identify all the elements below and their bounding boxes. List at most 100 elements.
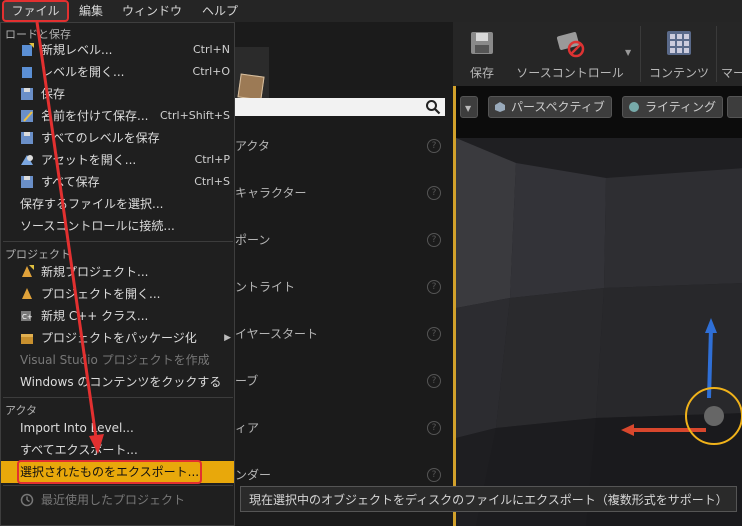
menu-item-open-project[interactable]: プロジェクトを開く... xyxy=(1,283,234,305)
menu-item-label: すべてのレベルを保存 xyxy=(41,131,160,145)
perspective-button[interactable]: パースペクティブ xyxy=(488,96,612,118)
menu-item-label: すべてエクスポート... xyxy=(20,443,138,457)
menu-bar: ファイル 編集 ウィンドウ ヘルプ xyxy=(0,0,742,23)
place-item[interactable]: キャラクター? xyxy=(235,182,453,204)
lighting-button[interactable]: ライティング xyxy=(622,96,724,118)
help-icon: ? xyxy=(427,280,441,294)
floppy-icon xyxy=(471,32,493,54)
menu-item-import-into-level[interactable]: Import Into Level... xyxy=(1,417,234,439)
content-button-label: コンテンツ xyxy=(648,66,709,80)
menu-edit[interactable]: 編集 xyxy=(79,0,103,22)
menu-item-choose-files-to-save[interactable]: 保存するファイルを選択... xyxy=(1,193,234,215)
place-item-label: ポーン xyxy=(235,233,271,247)
clock-icon xyxy=(20,493,34,507)
menu-item-export-all[interactable]: すべてエクスポート... xyxy=(1,439,234,461)
help-icon: ? xyxy=(427,468,441,482)
save-as-icon xyxy=(21,110,33,122)
marketplace-label: マー xyxy=(721,66,742,80)
save-all-icon xyxy=(21,176,33,188)
source-control-label: ソースコントロール xyxy=(516,66,624,80)
shortcut: Ctrl+S xyxy=(194,175,230,188)
menu-item-label: 新規 C++ クラス... xyxy=(41,309,149,323)
place-item[interactable]: ーブ? xyxy=(235,370,453,392)
menu-window[interactable]: ウィンドウ xyxy=(122,0,182,22)
menu-item-save-all-levels[interactable]: すべてのレベルを保存 xyxy=(1,127,234,149)
menu-item-label: すべて保存 xyxy=(41,175,100,189)
help-icon: ? xyxy=(427,374,441,388)
shortcut: Ctrl+O xyxy=(192,65,230,78)
lighting-label: ライティング xyxy=(645,100,717,114)
menu-item-label: プロジェクトをパッケージ化 xyxy=(41,331,197,345)
menu-item-new-level[interactable]: 新規レベル... Ctrl+N xyxy=(1,39,234,61)
new-project-icon xyxy=(22,265,34,277)
menu-item-package-project[interactable]: プロジェクトをパッケージ化 ▶ xyxy=(1,327,234,349)
menu-item-save[interactable]: 保存 xyxy=(1,83,234,105)
place-actors-panel: アクタ? キャラクター? ポーン? ントライト? イヤースタート? ーブ? ィア… xyxy=(235,22,453,526)
menu-item-open-level[interactable]: レベルを開く... Ctrl+O xyxy=(1,61,234,83)
place-item[interactable]: アクタ? xyxy=(235,135,453,157)
place-item[interactable]: ントライト? xyxy=(235,276,453,298)
menu-item-label: レベルを開く... xyxy=(41,65,125,79)
perspective-label: パースペクティブ xyxy=(511,100,605,114)
place-search-input[interactable] xyxy=(235,98,445,116)
search-icon[interactable] xyxy=(425,99,441,115)
place-item-label: ンダー xyxy=(235,468,272,482)
marketplace-button[interactable]: マー xyxy=(721,22,742,86)
shortcut: Ctrl+P xyxy=(194,153,230,166)
place-item-label: ィア xyxy=(235,421,260,435)
open-asset-icon xyxy=(21,155,33,165)
place-item-label: ントライト xyxy=(235,280,296,294)
cpp-class-icon: C+ xyxy=(21,311,33,321)
shortcut: Ctrl+N xyxy=(192,43,230,56)
place-item[interactable]: ンダー? xyxy=(235,464,453,486)
menu-item-label: Windows のコンテンツをクックする xyxy=(20,375,222,389)
source-control-icon xyxy=(556,32,585,58)
menu-item-cook-content[interactable]: Windows のコンテンツをクックする xyxy=(1,371,234,393)
menu-item-label: プロジェクトを開く... xyxy=(41,287,161,301)
menu-help[interactable]: ヘルプ xyxy=(202,0,238,22)
place-item[interactable]: ポーン? xyxy=(235,229,453,251)
save-button[interactable]: 保存 xyxy=(457,22,507,86)
level-viewport[interactable]: ▼ パースペクティブ ライティング xyxy=(453,86,742,526)
menu-item-connect-source-control[interactable]: ソースコントロールに接続... xyxy=(1,215,234,237)
level-toolbar: 保存 ソースコントロール ▼ コンテンツ マー xyxy=(453,22,742,87)
menu-item-label: 保存 xyxy=(41,87,66,101)
save-button-label: 保存 xyxy=(469,66,494,80)
menu-item-label: ソースコントロールに接続... xyxy=(20,219,175,233)
menu-item-save-all[interactable]: すべて保存 Ctrl+S xyxy=(1,171,234,193)
file-menu: ロードと保存 新規レベル... Ctrl+N レベルを開く... Ctrl+O … xyxy=(0,22,235,526)
menu-item-recent-projects[interactable]: 最近使用したプロジェクト xyxy=(1,489,234,511)
help-icon: ? xyxy=(427,421,441,435)
menu-item-label: アセットを開く... xyxy=(41,153,137,167)
show-button[interactable] xyxy=(727,96,742,118)
save-icon xyxy=(21,88,33,100)
submenu-arrow-icon: ▶ xyxy=(224,333,231,343)
source-control-button[interactable]: ソースコントロール xyxy=(511,22,629,86)
shortcut: Ctrl+Shift+S xyxy=(160,109,230,122)
section-project: プロジェクト xyxy=(5,248,71,261)
viewport-options-button[interactable]: ▼ xyxy=(460,96,478,118)
place-item[interactable]: ィア? xyxy=(235,417,453,439)
menu-item-label: 新規プロジェクト... xyxy=(41,265,149,279)
menu-item-new-project[interactable]: 新規プロジェクト... xyxy=(1,261,234,283)
source-control-dropdown[interactable]: ▼ xyxy=(623,22,635,86)
lighting-sphere-icon xyxy=(629,102,639,112)
menu-item-open-asset[interactable]: アセットを開く... Ctrl+P xyxy=(1,149,234,171)
menu-item-label: 新規レベル... xyxy=(41,43,113,57)
help-icon: ? xyxy=(427,186,441,200)
place-item[interactable]: イヤースタート? xyxy=(235,323,453,345)
svg-text:C+: C+ xyxy=(22,313,33,321)
menu-item-label: 名前を付けて保存... xyxy=(41,109,149,123)
menu-file[interactable]: ファイル xyxy=(2,0,69,22)
menu-item-label: Import Into Level... xyxy=(20,421,134,435)
content-button[interactable]: コンテンツ xyxy=(645,22,713,86)
annotation-highlight-box xyxy=(17,460,202,484)
menu-item-label: 保存するファイルを選択... xyxy=(20,197,164,211)
package-icon xyxy=(21,334,33,344)
open-level-icon xyxy=(22,67,32,78)
menu-item-save-as[interactable]: 名前を付けて保存... Ctrl+Shift+S xyxy=(1,105,234,127)
menu-item-new-cpp-class[interactable]: C+ 新規 C++ クラス... xyxy=(1,305,234,327)
help-icon: ? xyxy=(427,139,441,153)
menu-item-label: Visual Studio プロジェクトを作成 xyxy=(20,353,210,367)
place-item-label: ーブ xyxy=(235,374,259,388)
